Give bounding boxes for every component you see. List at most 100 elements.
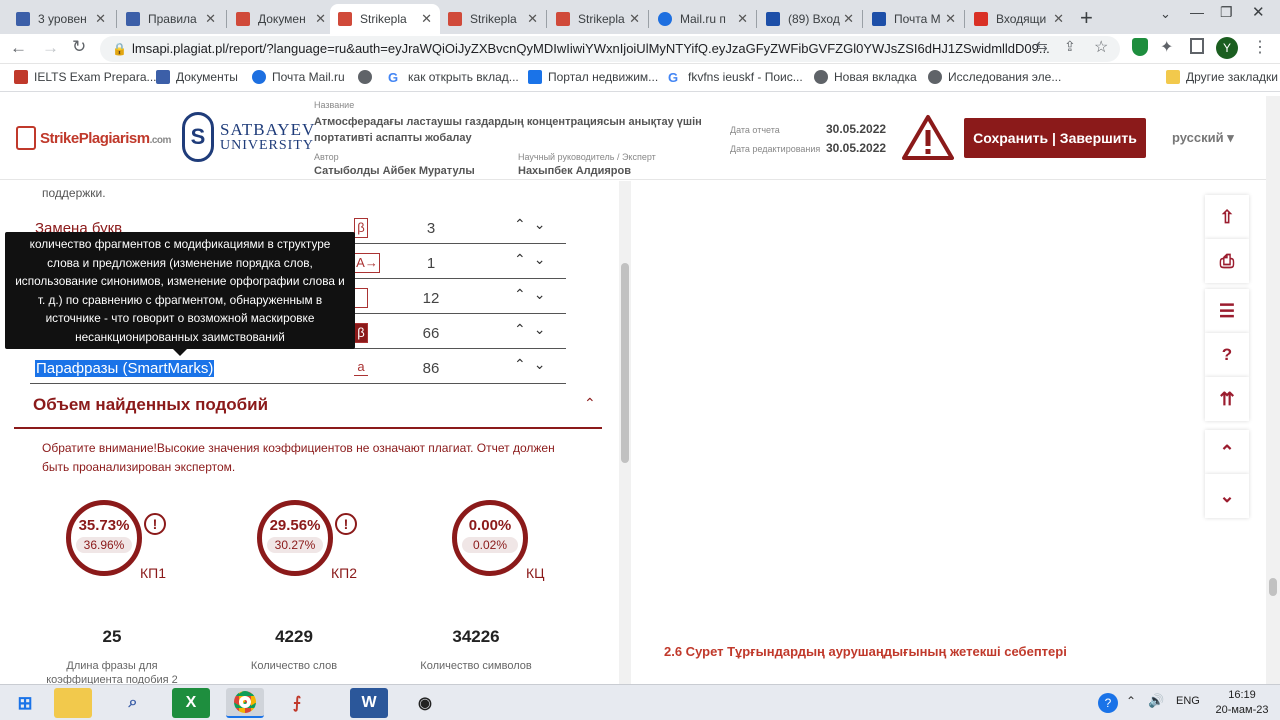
search-tool-icon[interactable]: ⌕	[114, 688, 152, 718]
browser-tab[interactable]: Почта М ✕	[864, 4, 964, 34]
logo-suffix: .com	[149, 135, 172, 146]
chrome-logo	[234, 691, 256, 713]
close-icon[interactable]: ✕	[205, 11, 216, 27]
browser-tab[interactable]: Докумен ✕	[228, 4, 334, 34]
left-panel: поддержки. Замена букв β 3 ⌃⌄ A→ 1 ⌃⌄ 12…	[0, 181, 615, 684]
scroll-top-icon[interactable]: ⇈	[1205, 377, 1249, 421]
bookmark-item[interactable]: Исследования эле...	[928, 70, 1061, 84]
minimize-icon[interactable]: —	[1190, 4, 1204, 20]
bookmark-item[interactable]: Gкак открыть вклад...	[388, 70, 519, 85]
bookmark-star-icon[interactable]: ☆	[1094, 37, 1108, 57]
scroll-down-icon[interactable]: ⌄	[1205, 474, 1249, 518]
close-icon[interactable]: ✕	[1053, 11, 1064, 27]
row-label-selected[interactable]: Парафразы (SmartMarks)	[35, 360, 215, 377]
close-icon[interactable]: ✕	[315, 11, 326, 27]
other-bookmarks[interactable]: Другие закладки	[1166, 70, 1278, 84]
maximize-icon[interactable]: ❐	[1220, 4, 1233, 21]
browser-tab-active[interactable]: Strikepla ✕	[330, 4, 440, 34]
stat-label: Количество слов	[250, 660, 338, 672]
sidepanel-icon[interactable]	[1190, 38, 1204, 54]
bookmark-item[interactable]: Документы	[156, 70, 238, 84]
input-language[interactable]: ENG	[1176, 695, 1200, 707]
bookmark-item[interactable]: IELTS Exam Prepara...	[14, 70, 157, 84]
word-icon[interactable]: W	[350, 688, 388, 718]
start-button-icon[interactable]: ⊞	[6, 688, 44, 718]
expand-arrows[interactable]: ⌃⌄	[514, 216, 553, 233]
folder-icon	[1166, 70, 1180, 84]
coef-sub: 0.02%	[462, 537, 518, 553]
expand-arrows[interactable]: ⌃⌄	[514, 321, 553, 338]
volume-icon[interactable]: 🔊	[1148, 693, 1164, 709]
collapse-chevron-icon[interactable]: ⌃	[584, 395, 596, 412]
extensions-icon[interactable]: ✦	[1160, 37, 1173, 57]
menu-icon[interactable]: ⋮	[1252, 37, 1268, 57]
profile-avatar[interactable]: Y	[1216, 37, 1238, 59]
bookmark-item[interactable]: Почта Mail.ru	[252, 70, 345, 84]
file-explorer-icon[interactable]	[54, 688, 92, 718]
back-icon[interactable]: ←	[10, 38, 27, 58]
stat-word-count: 4229 Количество слов	[219, 627, 369, 673]
browser-tab[interactable]: 3 уровен ✕	[8, 4, 114, 34]
forward-icon[interactable]: →	[42, 38, 59, 58]
close-icon[interactable]: ✕	[421, 11, 432, 27]
tab-search-icon[interactable]: ⌄	[1160, 6, 1171, 22]
tray-chevron-icon[interactable]: ⌃	[1126, 694, 1136, 708]
section-title: Объем найденных подобий	[33, 395, 269, 414]
close-icon[interactable]: ✕	[737, 11, 748, 27]
bookmark-item[interactable]	[358, 70, 378, 84]
close-icon[interactable]: ✕	[629, 11, 640, 27]
shield-extension-icon[interactable]	[1132, 38, 1148, 56]
bookmark-item[interactable]: Новая вкладка	[814, 70, 917, 84]
stat-value: 4229	[275, 627, 313, 646]
translate-icon[interactable]: ⇆	[1036, 38, 1048, 55]
share-tool-icon[interactable]: ⇧	[1205, 195, 1249, 239]
comment-icon[interactable]: ☰	[1205, 289, 1249, 333]
help-tray-icon[interactable]: ?	[1098, 693, 1118, 713]
close-icon[interactable]: ✕	[843, 11, 854, 27]
excel-icon[interactable]: X	[172, 688, 210, 718]
scroll-up-icon[interactable]: ⌃	[1205, 430, 1249, 474]
save-finish-button[interactable]: Сохранить | Завершить	[964, 118, 1146, 158]
strikeplagiarism-logo-icon	[16, 126, 36, 150]
coef-main: 35.73%	[78, 517, 130, 534]
coefficient-kp1: 35.73% 36.96%	[66, 500, 142, 576]
acrobat-icon[interactable]: ⨍	[278, 688, 316, 718]
university-name: SATBAYEV	[220, 120, 316, 139]
obs-icon[interactable]: ◉	[406, 688, 444, 718]
browser-tab[interactable]: Strikepla ✕	[548, 4, 648, 34]
browser-tab[interactable]: Mail.ru п ✕	[650, 4, 756, 34]
warning-icon: !	[335, 513, 357, 535]
browser-tab[interactable]: Strikepla ✕	[440, 4, 546, 34]
coefficient-kc: 0.00% 0.02%	[452, 500, 528, 576]
expand-arrows[interactable]: ⌃⌄	[514, 251, 553, 268]
reload-icon[interactable]: ↻	[72, 37, 86, 57]
left-scrollbar[interactable]	[619, 181, 631, 684]
new-tab-button[interactable]: +	[1080, 5, 1093, 31]
left-scrollbar-thumb[interactable]	[621, 263, 629, 463]
browser-tab[interactable]: (89) Вход ✕	[758, 4, 862, 34]
help-icon[interactable]: ?	[1205, 333, 1249, 377]
expand-arrows[interactable]: ⌃⌄	[514, 356, 553, 373]
address-bar[interactable]: 🔒 lmsapi.plagiat.pl/report/?language=ru&…	[100, 36, 1120, 62]
arrow-substitution-icon: A→	[354, 253, 380, 273]
tab-label: 3 уровен	[38, 12, 87, 26]
expand-arrows[interactable]: ⌃⌄	[514, 286, 553, 303]
clock[interactable]: 16:19 20-мам-23	[1212, 688, 1272, 718]
chrome-icon[interactable]	[226, 688, 264, 718]
page-scrollbar-thumb[interactable]	[1269, 578, 1277, 596]
window-close-icon[interactable]: ✕	[1252, 3, 1265, 21]
print-icon[interactable]: ⎙	[1205, 239, 1249, 283]
share-icon[interactable]: ⇪	[1064, 38, 1076, 55]
page-scrollbar[interactable]	[1266, 96, 1280, 684]
close-icon[interactable]: ✕	[95, 11, 106, 27]
notice-text: Обратите внимание!Высокие значения коэфф…	[42, 441, 555, 474]
author-name: Сатыболды Айбек Муратулы	[314, 165, 475, 177]
language-select[interactable]: русский ▾	[1172, 130, 1234, 146]
bookmark-favicon-icon	[252, 70, 266, 84]
browser-tab[interactable]: Правила ✕	[118, 4, 224, 34]
close-icon[interactable]: ✕	[945, 11, 956, 27]
browser-tab[interactable]: Входящи ✕	[966, 4, 1072, 34]
close-icon[interactable]: ✕	[527, 11, 538, 27]
bookmark-item[interactable]: Gfkvfns ieuskf - Поис...	[668, 70, 803, 85]
bookmark-item[interactable]: Портал недвижим...	[528, 70, 658, 84]
